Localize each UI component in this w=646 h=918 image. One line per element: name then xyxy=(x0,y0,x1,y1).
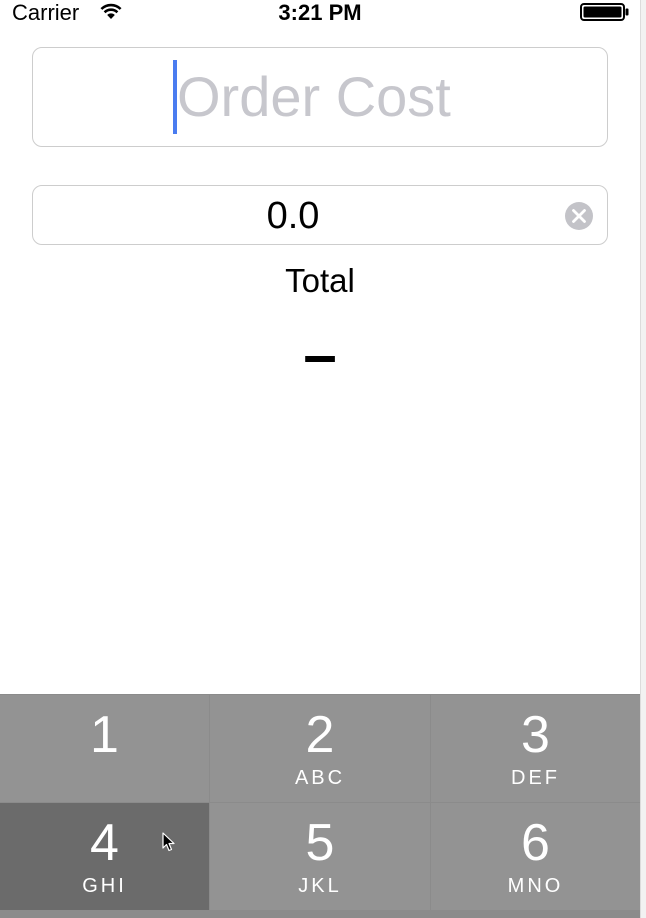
key-1[interactable]: 1 xyxy=(0,695,209,802)
key-digit: 3 xyxy=(521,706,550,764)
status-time: 3:21 PM xyxy=(278,0,362,25)
mouse-pointer-icon xyxy=(162,832,175,852)
key-digit: 6 xyxy=(521,814,550,872)
battery-icon xyxy=(580,3,629,21)
numeric-keypad: 1 2 ABC 3 DEF 4 GHI 5 JKL 6 MNO xyxy=(0,694,640,918)
total-value: – xyxy=(303,321,337,388)
tip-input-value: 0.0 xyxy=(266,195,320,237)
window-edge xyxy=(640,0,646,918)
key-digit: 2 xyxy=(305,706,335,764)
key-3[interactable]: 3 DEF xyxy=(431,695,640,802)
key-digit: 5 xyxy=(305,814,335,872)
clear-icon[interactable] xyxy=(564,201,594,231)
app-screen: Carrier 3:21 PM Order Cost 0.0 Total – 1 xyxy=(0,0,646,918)
tip-input[interactable]: 0.0 xyxy=(32,185,608,245)
key-digit: 1 xyxy=(90,706,119,764)
total-label: Total xyxy=(285,262,355,299)
status-bar: Carrier 3:21 PM xyxy=(0,0,640,26)
key-letters: DEF xyxy=(511,767,560,789)
key-digit: 4 xyxy=(90,814,119,872)
key-letters: JKL xyxy=(298,875,342,897)
key-letters: ABC xyxy=(294,767,346,789)
key-5[interactable]: 5 JKL xyxy=(210,803,430,910)
order-cost-placeholder: Order Cost xyxy=(177,65,451,128)
key-4[interactable]: 4 GHI xyxy=(0,803,209,910)
key-letters: MNO xyxy=(507,875,564,897)
key-2[interactable]: 2 ABC xyxy=(210,695,430,802)
order-cost-input[interactable]: Order Cost xyxy=(32,47,608,147)
key-6[interactable]: 6 MNO xyxy=(431,803,640,910)
key-letters: GHI xyxy=(82,875,127,897)
